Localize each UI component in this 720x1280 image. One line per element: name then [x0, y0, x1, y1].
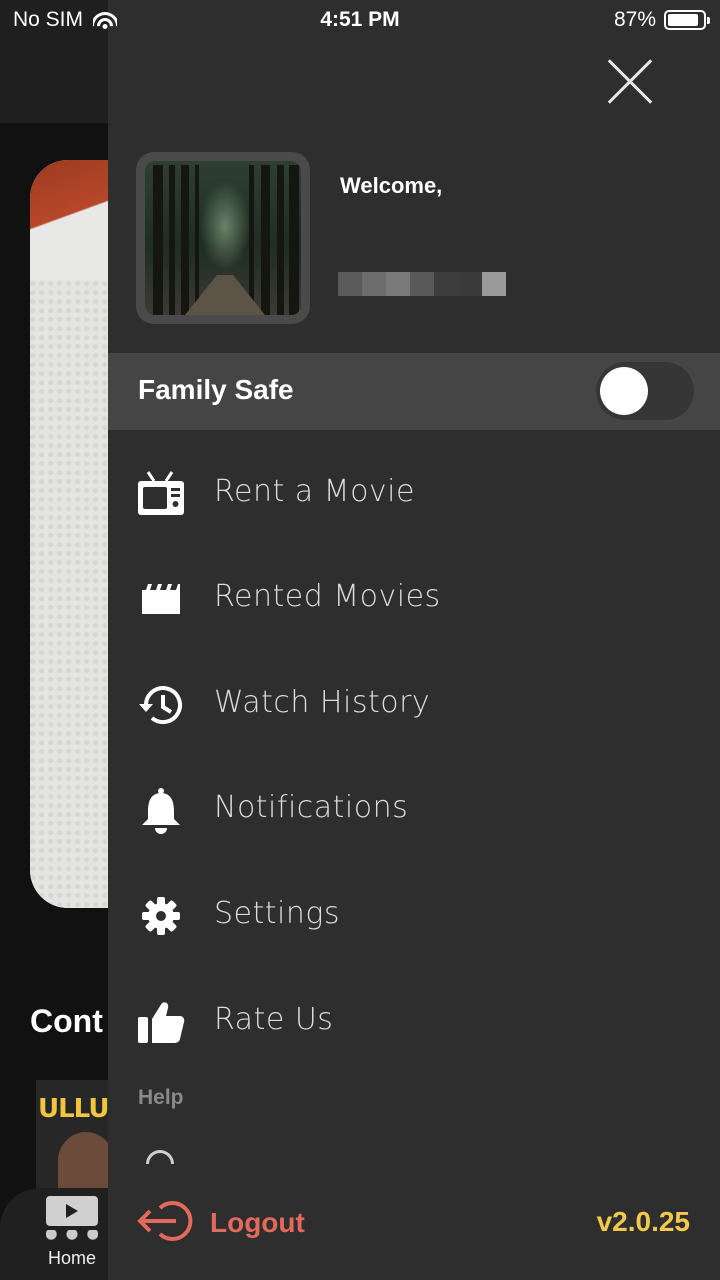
content-thumbnail[interactable]: ULLU: [36, 1080, 116, 1190]
logout-button[interactable]: Logout: [134, 1200, 305, 1246]
home-play-icon: [46, 1196, 98, 1226]
battery-fill: [668, 14, 698, 26]
family-safe-label: Family Safe: [138, 374, 294, 405]
avatar-image: [145, 161, 301, 315]
battery-icon: [664, 10, 710, 30]
menu-item-label: Notifications: [214, 790, 409, 825]
help-section-label: Help: [138, 1086, 184, 1109]
section-title: Cont: [30, 1003, 103, 1039]
history-icon: [136, 680, 186, 730]
tab-home-label: Home: [47, 1248, 96, 1268]
menu-item-rent-a-movie[interactable]: Rent a Movie: [108, 453, 720, 533]
menu-item-rented-movies[interactable]: Rented Movies: [108, 558, 720, 638]
menu-item-label: Rented Movies: [214, 579, 441, 614]
toggle-knob: [600, 367, 648, 415]
avatar[interactable]: [136, 152, 310, 324]
welcome-text: Welcome,: [340, 173, 443, 198]
menu-item-rate-us[interactable]: Rate Us: [108, 981, 720, 1061]
battery-percent: 87%: [613, 8, 656, 31]
drawer-footer: Logout v2.0.25: [108, 1180, 720, 1280]
status-bar: No SIM 4:51 PM 87%: [0, 0, 720, 40]
home-people-icon: [46, 1230, 98, 1244]
bell-icon: [136, 785, 186, 835]
thumbnail-logo: ULLU: [38, 1094, 109, 1124]
app-version: v2.0.25: [596, 1206, 690, 1237]
family-safe-toggle[interactable]: [596, 362, 694, 420]
logout-label: Logout: [210, 1207, 305, 1238]
thumbnail-person: [58, 1132, 114, 1190]
menu-item-label: Rent a Movie: [214, 474, 415, 509]
menu-item-label: Settings: [214, 896, 341, 931]
user-name-redacted: [338, 272, 506, 296]
help-item-icon[interactable]: [146, 1150, 174, 1164]
tab-home[interactable]: Home: [38, 1196, 106, 1269]
thumbs-up-icon: [136, 997, 186, 1047]
logout-icon: [134, 1198, 194, 1249]
close-icon[interactable]: [604, 56, 656, 108]
menu-item-label: Watch History: [214, 685, 431, 720]
family-safe-row: Family Safe: [108, 353, 720, 430]
clock: 4:51 PM: [320, 8, 400, 31]
side-drawer: Welcome, Family Safe Rent a Movie Rented…: [108, 0, 720, 1280]
tv-icon: [136, 469, 186, 519]
menu-item-notifications[interactable]: Notifications: [108, 769, 720, 849]
clapperboard-icon: [136, 574, 186, 624]
menu-item-settings[interactable]: Settings: [108, 875, 720, 955]
gear-icon: [136, 891, 186, 941]
menu-item-label: Rate Us: [214, 1002, 334, 1037]
menu-item-watch-history[interactable]: Watch History: [108, 664, 720, 744]
